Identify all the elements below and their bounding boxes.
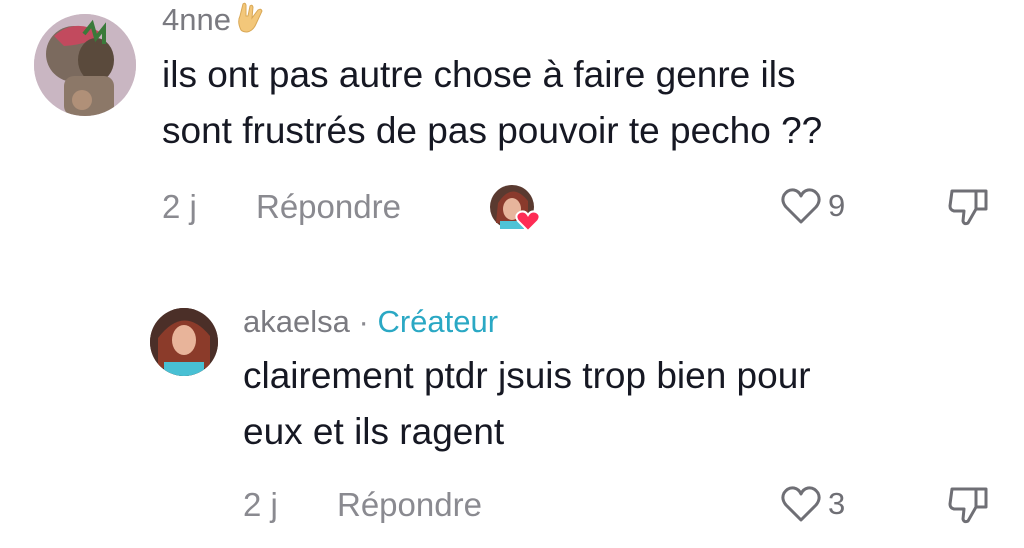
reply-button[interactable]: Répondre: [337, 486, 482, 524]
comment-text-line: sont frustrés de pas pouvoir te pecho ??: [162, 110, 823, 151]
comment-text-line: ils ont pas autre chose à faire genre il…: [162, 54, 796, 95]
thumb-down-icon: [948, 487, 988, 524]
comment-text-line: clairement ptdr jsuis trop bien pour: [243, 355, 811, 396]
like-count: 3: [828, 486, 846, 521]
comment-text: ils ont pas autre chose à faire genre il…: [162, 47, 822, 159]
reply-button[interactable]: Répondre: [256, 188, 401, 226]
timestamp: 2 j: [162, 188, 197, 225]
timestamp: 2 j: [243, 486, 278, 523]
separator: ·: [358, 304, 369, 339]
dislike-button[interactable]: [946, 185, 992, 234]
thumb-down-icon: [948, 189, 988, 226]
avatar-4nne[interactable]: [34, 14, 136, 116]
dislike-button[interactable]: [946, 483, 992, 532]
creator-badge: Créateur: [377, 304, 499, 339]
like-button[interactable]: 3: [780, 484, 845, 524]
comment-text-line: eux et ils ragent: [243, 411, 505, 452]
heart-icon: [781, 188, 821, 224]
username[interactable]: akaelsa · Créateur: [243, 304, 498, 340]
creator-liked-badge: [488, 183, 544, 238]
avatar-akaelsa[interactable]: [150, 308, 218, 376]
like-button[interactable]: 9: [780, 186, 845, 226]
like-count: 9: [828, 188, 846, 223]
heart-icon: [781, 486, 821, 522]
comment-text: clairement ptdr jsuis trop bien pour eux…: [243, 348, 811, 460]
username[interactable]: 4nne: [162, 0, 267, 42]
rock-hand-emoji-icon: [233, 0, 267, 42]
